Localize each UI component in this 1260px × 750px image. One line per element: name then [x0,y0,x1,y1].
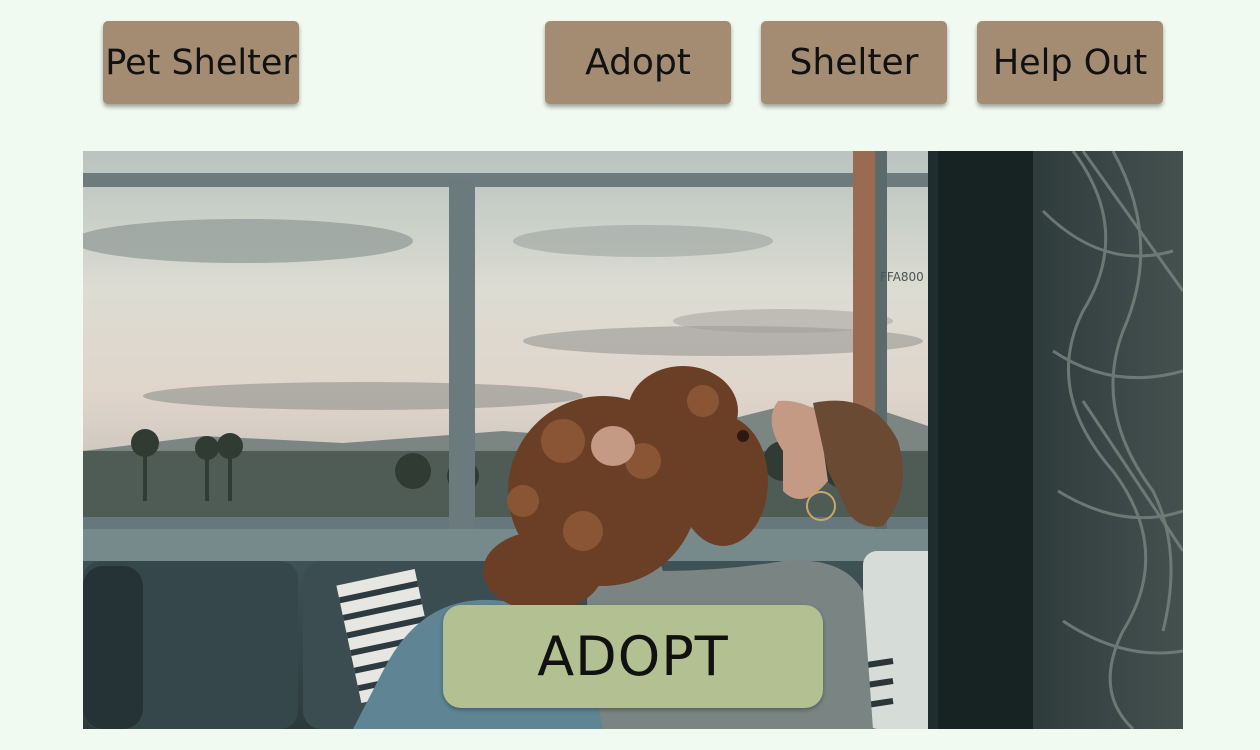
nav-adopt-button[interactable]: Adopt [545,21,731,104]
nav-help-out-button[interactable]: Help Out [977,21,1163,104]
adopt-cta-button[interactable]: ADOPT [443,605,823,708]
brand-button[interactable]: Pet Shelter [103,21,299,104]
overlay-text: FFA800 [880,270,924,284]
nav-shelter-button[interactable]: Shelter [761,21,947,104]
